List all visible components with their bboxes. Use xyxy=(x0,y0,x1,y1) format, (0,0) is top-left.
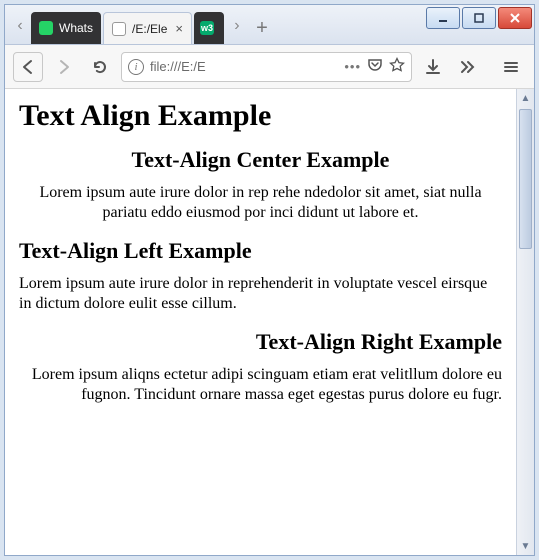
close-icon xyxy=(509,12,521,24)
hamburger-icon xyxy=(502,58,520,76)
close-icon[interactable]: × xyxy=(175,21,183,36)
window-close-button[interactable] xyxy=(498,7,532,29)
new-tab-button[interactable]: + xyxy=(248,12,276,44)
w3-icon: w3 xyxy=(200,21,214,35)
heading-right: Text-Align Right Example xyxy=(19,329,502,355)
toolbar-right xyxy=(418,52,526,82)
whatsapp-icon xyxy=(39,21,53,35)
downloads-button[interactable] xyxy=(418,52,448,82)
tab-file-active[interactable]: /E:/Ele × xyxy=(103,12,192,44)
back-arrow-icon xyxy=(19,58,37,76)
bookmark-star-icon[interactable] xyxy=(389,57,405,76)
pocket-icon[interactable] xyxy=(367,57,383,76)
page-actions-button[interactable]: ••• xyxy=(344,59,361,74)
address-bar[interactable]: i file:///E:/E ••• xyxy=(121,52,412,82)
tab-label: /E:/Ele xyxy=(132,22,167,36)
site-info-icon[interactable]: i xyxy=(128,59,144,75)
file-icon xyxy=(112,22,126,36)
url-text: file:///E:/E xyxy=(150,59,338,74)
tab-label: Whats xyxy=(59,21,93,35)
scroll-up-arrow-icon[interactable]: ▲ xyxy=(517,89,534,107)
forward-button[interactable] xyxy=(49,52,79,82)
tab-scroll-right[interactable]: › xyxy=(226,8,248,44)
window-controls xyxy=(426,5,534,44)
tab-w3schools[interactable]: w3 xyxy=(194,12,224,44)
minimize-icon xyxy=(437,12,449,24)
paragraph-center: Lorem ipsum aute irure dolor in rep rehe… xyxy=(19,183,502,224)
tab-scroll-left[interactable]: ‹ xyxy=(9,8,31,44)
back-button[interactable] xyxy=(13,52,43,82)
page-content: Text Align Example Text-Align Center Exa… xyxy=(5,89,516,555)
paragraph-left: Lorem ipsum aute irure dolor in reprehen… xyxy=(19,274,502,315)
heading-center: Text-Align Center Example xyxy=(19,147,502,173)
paragraph-right: Lorem ipsum aliqns ectetur adipi scingua… xyxy=(19,365,502,406)
chevrons-right-icon xyxy=(458,58,476,76)
heading-left: Text-Align Left Example xyxy=(19,238,502,264)
tab-strip: ‹ Whats /E:/Ele × w3 › + xyxy=(5,5,426,44)
maximize-button[interactable] xyxy=(462,7,496,29)
browser-window: ‹ Whats /E:/Ele × w3 › + xyxy=(4,4,535,556)
overflow-button[interactable] xyxy=(452,52,482,82)
reload-button[interactable] xyxy=(85,52,115,82)
forward-arrow-icon xyxy=(55,58,73,76)
reload-icon xyxy=(91,58,109,76)
scroll-down-arrow-icon[interactable]: ▼ xyxy=(517,537,534,555)
scroll-thumb[interactable] xyxy=(519,109,532,249)
nav-toolbar: i file:///E:/E ••• xyxy=(5,45,534,89)
maximize-icon xyxy=(473,12,485,24)
minimize-button[interactable] xyxy=(426,7,460,29)
tab-whatsapp[interactable]: Whats xyxy=(31,12,101,44)
titlebar: ‹ Whats /E:/Ele × w3 › + xyxy=(5,5,534,45)
viewport: Text Align Example Text-Align Center Exa… xyxy=(5,89,534,555)
menu-button[interactable] xyxy=(496,52,526,82)
download-icon xyxy=(424,58,442,76)
vertical-scrollbar[interactable]: ▲ ▼ xyxy=(516,89,534,555)
page-title: Text Align Example xyxy=(19,99,502,133)
